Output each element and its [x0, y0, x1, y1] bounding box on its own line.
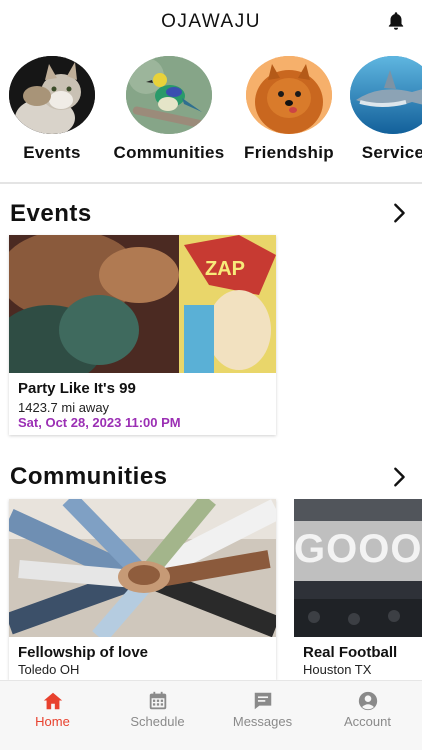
tab-account[interactable]: Account — [315, 681, 420, 750]
svg-text:ZAP: ZAP — [205, 258, 245, 280]
events-section-title: Events — [10, 200, 92, 227]
category-strip: Events Communities Friendship Service — [0, 56, 422, 168]
community-card[interactable]: Fellowship of love Toledo OH — [9, 499, 276, 680]
category-label: Friendship — [244, 143, 334, 162]
tab-label: Home — [35, 714, 70, 729]
event-card[interactable]: ZAP Party Like It's 99 1423.7 mi away Sa… — [9, 235, 276, 435]
category-friendship[interactable]: Friendship — [229, 56, 349, 163]
community-image — [9, 499, 276, 637]
community-name: Fellowship of love — [18, 644, 149, 661]
community-name: Real Football — [303, 644, 398, 661]
events-chevron-right-icon[interactable] — [388, 202, 410, 224]
category-events[interactable]: Events — [0, 56, 112, 163]
community-location: Toledo OH — [18, 662, 80, 677]
category-communities[interactable]: Communities — [109, 56, 229, 163]
category-label: Events — [23, 143, 81, 162]
banner-text: GOOOO — [294, 527, 422, 571]
tab-label: Account — [344, 714, 391, 729]
message-icon — [254, 692, 272, 710]
section-divider — [0, 182, 422, 184]
bird-photo — [126, 56, 212, 134]
calendar-icon — [149, 691, 167, 710]
category-service[interactable]: Service — [333, 56, 422, 163]
cat-photo — [9, 56, 95, 134]
community-location: Houston TX — [303, 662, 372, 677]
tab-messages[interactable]: Messages — [210, 681, 315, 750]
tab-home[interactable]: Home — [0, 681, 105, 750]
home-icon — [43, 692, 63, 710]
event-name: Party Like It's 99 — [18, 380, 136, 397]
top-header: OJAWAJU — [0, 0, 422, 44]
bell-icon[interactable] — [385, 10, 407, 32]
community-card[interactable]: GOOOO Real Football Houston TX — [294, 499, 422, 680]
event-date: Sat, Oct 28, 2023 11:00 PM — [18, 415, 181, 430]
account-icon — [358, 691, 378, 711]
dog-photo — [246, 56, 332, 134]
event-image: ZAP — [9, 235, 276, 373]
communities-chevron-right-icon[interactable] — [388, 466, 410, 488]
tab-label: Schedule — [130, 714, 185, 729]
communities-section-title: Communities — [10, 463, 168, 490]
app-title: OJAWAJU — [161, 11, 261, 32]
tab-label: Messages — [232, 714, 293, 729]
tab-schedule[interactable]: Schedule — [105, 681, 210, 750]
category-label: Communities — [113, 143, 225, 162]
category-label: Service — [361, 143, 422, 162]
bottom-tab-bar: Home Schedule Messages Account — [0, 680, 422, 750]
community-image: GOOOO — [294, 499, 422, 637]
shark-photo — [350, 56, 422, 134]
event-distance: 1423.7 mi away — [18, 400, 110, 415]
